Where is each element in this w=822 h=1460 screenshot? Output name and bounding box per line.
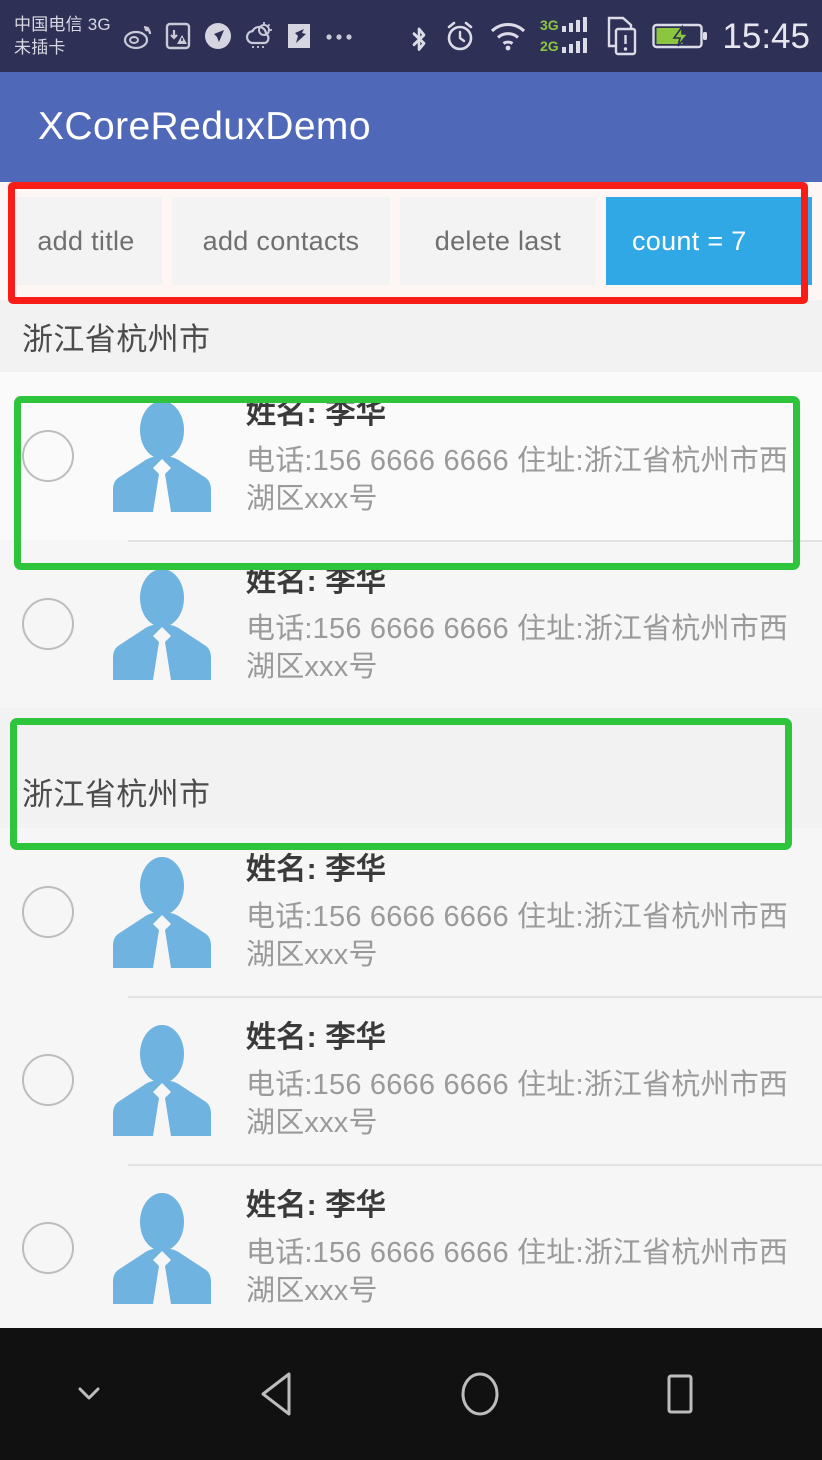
contact-text: 姓名: 李华 电话:156 6666 6666 住址:浙江省杭州市西湖区xxx号 xyxy=(246,850,804,974)
sim-card-alert-icon xyxy=(605,16,639,56)
row-radio-icon[interactable] xyxy=(22,1222,74,1274)
contact-detail: 电话:156 6666 6666 住址:浙江省杭州市西湖区xxx号 xyxy=(246,442,798,518)
status-bar: 中国电信 3G 未插卡 xyxy=(0,0,822,72)
notification-icons xyxy=(119,21,358,51)
section-header-2: 浙江省杭州市 xyxy=(0,708,822,828)
navigation-bar xyxy=(0,1328,822,1460)
avatar xyxy=(110,564,214,684)
section-header-1: 浙江省杭州市 xyxy=(0,300,822,372)
contact-text: 姓名: 李华 电话:156 6666 6666 住址:浙江省杭州市西湖区xxx号 xyxy=(246,1186,804,1310)
add-contacts-button[interactable]: add contacts xyxy=(172,197,390,285)
avatar xyxy=(110,1188,214,1308)
app-icon xyxy=(285,21,313,51)
contact-detail: 电话:156 6666 6666 住址:浙江省杭州市西湖区xxx号 xyxy=(246,1234,798,1310)
button-toolbar: add title add contacts delete last count… xyxy=(10,197,812,285)
collapse-keyboard-icon xyxy=(72,1382,106,1406)
status-bar-clock: 15:45 xyxy=(722,19,810,54)
carrier-line-2: 未插卡 xyxy=(14,36,111,59)
weather-icon xyxy=(244,21,274,51)
page-title: XCoreReduxDemo xyxy=(38,105,371,149)
recents-button[interactable] xyxy=(580,1328,780,1460)
contact-detail: 电话:156 6666 6666 住址:浙江省杭州市西湖区xxx号 xyxy=(246,610,798,686)
bluetooth-icon xyxy=(407,18,431,54)
avatar xyxy=(110,396,214,516)
collapse-keyboard-button[interactable] xyxy=(0,1328,178,1460)
table-row[interactable]: 姓名: 李华 电话:156 6666 6666 住址:浙江省杭州市西湖区xxx号 xyxy=(0,372,822,540)
row-radio-icon[interactable] xyxy=(22,886,74,938)
contact-text: 姓名: 李华 电话:156 6666 6666 住址:浙江省杭州市西湖区xxx号 xyxy=(246,394,804,518)
contact-detail: 电话:156 6666 6666 住址:浙江省杭州市西湖区xxx号 xyxy=(246,898,798,974)
weibo-icon xyxy=(123,21,153,51)
svg-text:2G: 2G xyxy=(540,38,559,54)
signal-3g-2g-icon: 3G 2G xyxy=(540,15,592,57)
table-row[interactable]: 姓名: 李华 电话:156 6666 6666 住址:浙江省杭州市西湖区xxx号 xyxy=(0,996,822,1164)
count-button[interactable]: count = 7 xyxy=(606,197,812,285)
row-radio-icon[interactable] xyxy=(22,430,74,482)
recents-icon xyxy=(658,1368,702,1420)
back-icon xyxy=(257,1369,301,1419)
home-icon xyxy=(456,1368,504,1420)
contact-name: 姓名: 李华 xyxy=(246,394,798,434)
avatar xyxy=(110,852,214,972)
more-icon xyxy=(324,30,358,42)
phone-screen: 中国电信 3G 未插卡 xyxy=(0,0,822,1460)
home-button[interactable] xyxy=(380,1328,580,1460)
table-row[interactable]: 姓名: 李华 电话:156 6666 6666 住址:浙江省杭州市西湖区xxx号 xyxy=(0,828,822,996)
navigation-icon xyxy=(203,21,233,51)
contact-text: 姓名: 李华 电话:156 6666 6666 住址:浙江省杭州市西湖区xxx号 xyxy=(246,562,804,686)
contact-name: 姓名: 李华 xyxy=(246,1186,798,1226)
table-row[interactable]: 姓名: 李华 电话:156 6666 6666 住址:浙江省杭州市西湖区xxx号 xyxy=(0,1164,822,1328)
avatar xyxy=(110,1020,214,1140)
svg-text:3G: 3G xyxy=(540,17,559,33)
carrier-line-1: 中国电信 3G xyxy=(14,13,111,36)
wifi-icon xyxy=(489,21,527,51)
battery-charging-icon xyxy=(652,21,708,51)
system-icons: 3G 2G xyxy=(407,15,708,57)
alarm-icon xyxy=(444,19,476,53)
row-radio-icon[interactable] xyxy=(22,1054,74,1106)
contact-detail: 电话:156 6666 6666 住址:浙江省杭州市西湖区xxx号 xyxy=(246,1066,798,1142)
app-bar: XCoreReduxDemo xyxy=(0,72,822,182)
add-title-button[interactable]: add title xyxy=(10,197,162,285)
contact-text: 姓名: 李华 电话:156 6666 6666 住址:浙江省杭州市西湖区xxx号 xyxy=(246,1018,804,1142)
button-toolbar-container: add title add contacts delete last count… xyxy=(0,182,822,300)
carrier-label: 中国电信 3G 未插卡 xyxy=(14,13,119,59)
table-row[interactable]: 姓名: 李华 电话:156 6666 6666 住址:浙江省杭州市西湖区xxx号 xyxy=(0,540,822,708)
contact-name: 姓名: 李华 xyxy=(246,1018,798,1058)
download-warning-icon xyxy=(164,21,192,51)
contact-name: 姓名: 李华 xyxy=(246,562,798,602)
delete-last-button[interactable]: delete last xyxy=(400,197,596,285)
contact-name: 姓名: 李华 xyxy=(246,850,798,890)
row-radio-icon[interactable] xyxy=(22,598,74,650)
contacts-list[interactable]: 浙江省杭州市 姓名: 李华 电话:156 6666 6666 住址:浙江省杭州市… xyxy=(0,300,822,1328)
back-button[interactable] xyxy=(178,1328,380,1460)
